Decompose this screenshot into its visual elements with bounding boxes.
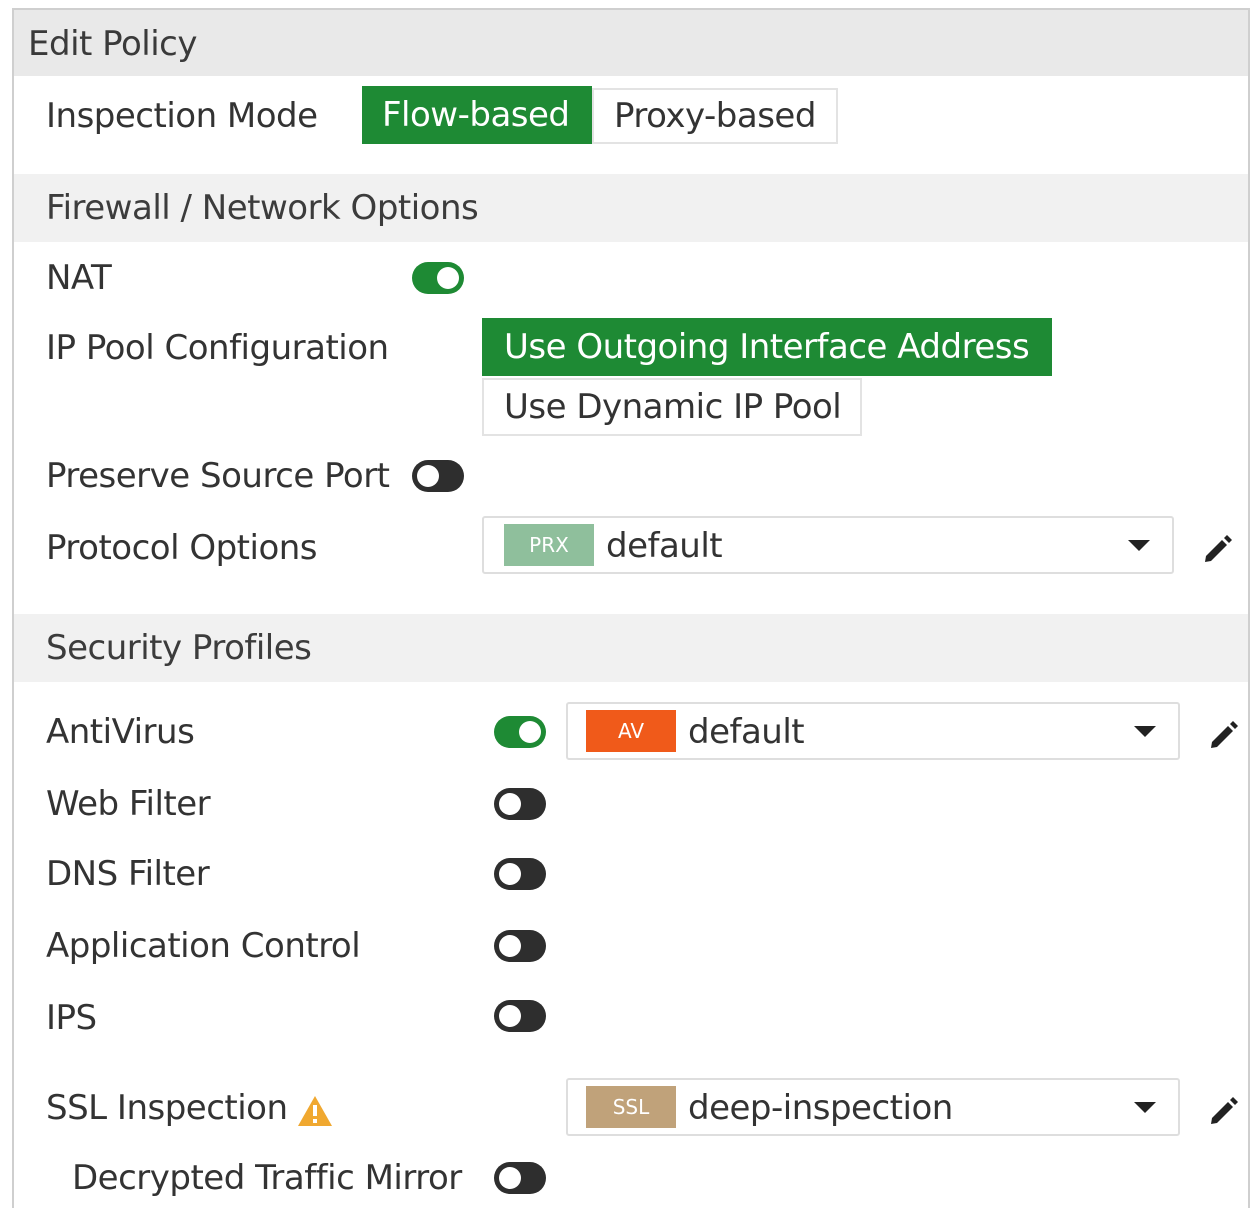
toggle-knob [499, 793, 521, 815]
security-section-title: Security Profiles [46, 628, 312, 668]
use-dynamic-ip-pool-option[interactable]: Use Dynamic IP Pool [482, 378, 862, 436]
web-filter-label: Web Filter [46, 784, 211, 824]
ssl-inspection-label: SSL Inspection [46, 1088, 288, 1128]
antivirus-profile-select[interactable]: AV default [566, 702, 1180, 760]
page-title: Edit Policy [28, 24, 197, 64]
toggle-knob [499, 863, 521, 885]
protocol-options-value: default [606, 526, 723, 566]
toggle-knob [499, 1167, 521, 1189]
antivirus-label: AntiVirus [46, 712, 195, 752]
protocol-options-select[interactable]: PRX default [482, 516, 1174, 574]
ssl-inspection-value: deep-inspection [688, 1088, 953, 1128]
preserve-source-port-label: Preserve Source Port [46, 456, 390, 496]
ips-label: IPS [46, 998, 97, 1038]
chevron-down-icon [1134, 726, 1156, 737]
application-control-label: Application Control [46, 926, 361, 966]
flow-based-option[interactable]: Flow-based [362, 86, 592, 144]
title-bar [14, 10, 1248, 76]
toggle-knob [499, 1005, 521, 1027]
inspection-mode-label: Inspection Mode [46, 96, 318, 136]
prx-badge: PRX [504, 524, 594, 566]
ssl-badge: SSL [586, 1086, 676, 1128]
dns-filter-label: DNS Filter [46, 854, 210, 894]
application-control-toggle[interactable] [494, 930, 546, 962]
proxy-based-option[interactable]: Proxy-based [592, 88, 838, 144]
antivirus-toggle[interactable] [494, 716, 546, 748]
av-badge: AV [586, 710, 676, 752]
preserve-source-port-toggle[interactable] [412, 460, 464, 492]
toggle-knob [519, 721, 541, 743]
antivirus-profile-value: default [688, 712, 805, 752]
toggle-knob [437, 267, 459, 289]
nat-toggle[interactable] [412, 262, 464, 294]
edit-policy-panel: Edit Policy Inspection Mode Flow-based P… [12, 8, 1250, 1208]
web-filter-toggle[interactable] [494, 788, 546, 820]
chevron-down-icon [1134, 1102, 1156, 1113]
ssl-inspection-select[interactable]: SSL deep-inspection [566, 1078, 1180, 1136]
chevron-down-icon [1128, 540, 1150, 551]
dns-filter-toggle[interactable] [494, 858, 546, 890]
protocol-options-label: Protocol Options [46, 528, 318, 568]
warning-icon [298, 1096, 332, 1126]
decrypted-traffic-mirror-toggle[interactable] [494, 1162, 546, 1194]
firewall-section-title: Firewall / Network Options [46, 188, 479, 228]
edit-pencil-icon[interactable] [1206, 1092, 1242, 1128]
use-outgoing-interface-option[interactable]: Use Outgoing Interface Address [482, 318, 1052, 376]
ip-pool-label: IP Pool Configuration [46, 328, 389, 368]
toggle-knob [417, 465, 439, 487]
decrypted-traffic-mirror-label: Decrypted Traffic Mirror [72, 1158, 462, 1198]
nat-label: NAT [46, 258, 112, 298]
ips-toggle[interactable] [494, 1000, 546, 1032]
edit-pencil-icon[interactable] [1206, 716, 1242, 752]
edit-pencil-icon[interactable] [1200, 530, 1236, 566]
toggle-knob [499, 935, 521, 957]
